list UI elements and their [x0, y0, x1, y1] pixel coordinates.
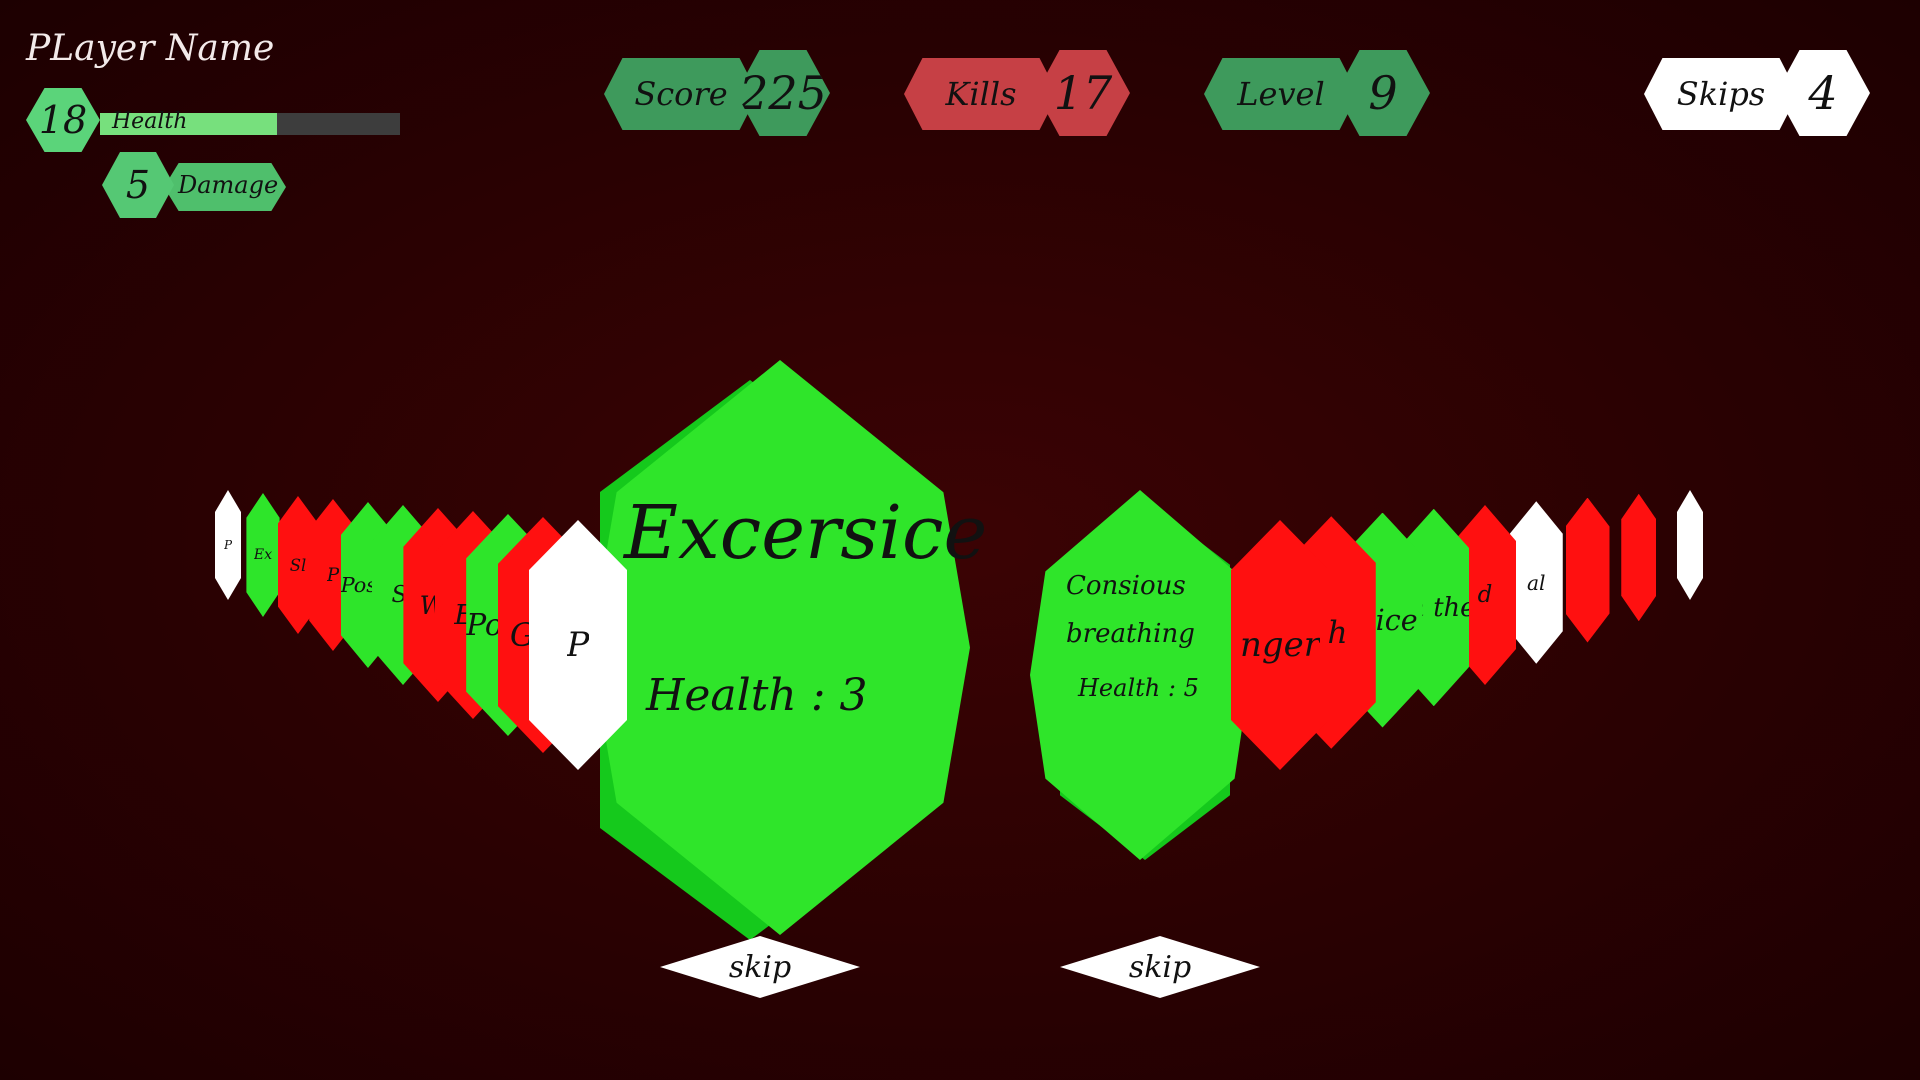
skip-button-label: skip [1128, 949, 1192, 985]
health-label: Health [112, 109, 188, 134]
health-value: 18 [38, 98, 88, 142]
skip-button-label: skip [728, 949, 792, 985]
skips-label: Skips [1644, 58, 1798, 130]
fan-card[interactable] [1621, 493, 1657, 622]
second-card-stat: Health : 5 [1078, 674, 1199, 702]
fan-card-label: P [566, 625, 590, 665]
kills-label: Kills [904, 58, 1058, 130]
fan-card-label: P [223, 538, 233, 552]
fan-card-label: P [326, 564, 340, 586]
fan-card[interactable]: Ex [246, 493, 280, 617]
kills-value: 17 [1036, 50, 1130, 136]
level-label: Level [1204, 58, 1358, 130]
selected-card-title: Excersice [624, 490, 988, 576]
fan-card[interactable]: al [1509, 501, 1563, 664]
second-card-title: Consious breathing [1066, 571, 1195, 649]
fan-card[interactable]: nger [1231, 520, 1329, 770]
damage-value-hex: 5 [102, 152, 174, 218]
fan-card-label: Ex [253, 547, 273, 563]
player-name: PLayer Name [26, 28, 275, 69]
fan-card[interactable]: P [529, 520, 627, 770]
fan-card-label: Sl [289, 555, 307, 575]
damage-value: 5 [125, 163, 151, 207]
selected-card-stat: Health : 3 [646, 670, 868, 721]
fan-card[interactable] [1565, 497, 1610, 643]
health-value-hex: 18 [26, 88, 100, 152]
fan-card-label: nger [1239, 625, 1321, 665]
skips-value: 4 [1776, 50, 1870, 136]
fan-card-label: al [1526, 570, 1546, 595]
level-value: 9 [1336, 50, 1430, 136]
skip-button-left[interactable]: skip [660, 936, 860, 998]
fan-card-label: d [1477, 582, 1493, 608]
damage-label: Damage [178, 171, 279, 199]
fan-card[interactable] [1677, 490, 1703, 600]
score-value: 225 [736, 50, 830, 136]
skip-button-right[interactable]: skip [1060, 936, 1260, 998]
score-label: Score [604, 58, 758, 130]
fan-card[interactable]: P [215, 490, 241, 600]
